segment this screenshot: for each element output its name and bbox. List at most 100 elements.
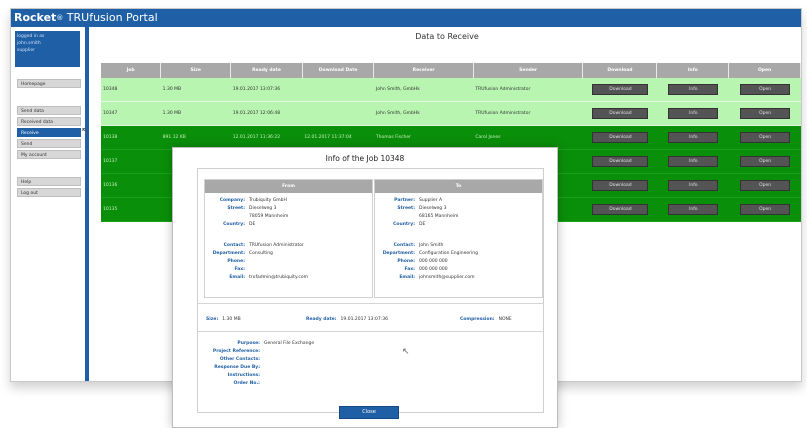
col-job[interactable]: Job — [101, 63, 162, 78]
table-row[interactable]: 10138 891.12 KB 12.01.2017 11:36:22 12.01.2… — [101, 125, 801, 150]
cell-open: Open — [728, 173, 801, 198]
to-street2: 68165 Mannheim — [419, 214, 459, 219]
cell-open: Open — [728, 101, 801, 126]
open-button[interactable]: Open — [740, 132, 791, 143]
label-contact: Contact: — [223, 243, 245, 248]
cell-download-date — [302, 78, 374, 102]
label-country-to: Country: — [393, 222, 415, 227]
cell-job: 10138 — [101, 125, 161, 150]
download-button[interactable]: Download — [592, 132, 649, 143]
to-contact: John Smith — [419, 243, 444, 248]
cell-job: 10135 — [101, 197, 161, 222]
label-email-to: Email: — [399, 275, 415, 280]
cell-download: Download — [582, 173, 657, 198]
label-response-due-by: Response Due By: — [214, 365, 260, 370]
cell-job: 10348 — [101, 78, 161, 102]
to-partner: Supplier A — [419, 198, 443, 203]
to-country: DE — [419, 222, 426, 227]
from-contact: TRUfusion Administrator — [249, 243, 304, 248]
sidebar-item-send-data[interactable]: Send data — [17, 106, 81, 115]
col-download: Download — [582, 63, 658, 78]
open-button[interactable]: Open — [740, 84, 791, 95]
from-panel: From Company: Trubiquity GmbH Street: Dies… — [204, 179, 373, 298]
download-button[interactable]: Download — [592, 204, 649, 215]
divider — [198, 303, 543, 304]
label-ready-date: Ready date: — [306, 317, 337, 322]
cell-download: Download — [582, 101, 657, 126]
from-header: From — [205, 180, 372, 193]
from-department: Consulting — [249, 251, 273, 256]
to-panel: To Partner: Supplier A Street: Dieselweg 3… — [374, 179, 543, 298]
download-button[interactable]: Download — [592, 108, 649, 119]
from-street2: 78059 Mannheim — [249, 214, 289, 219]
cell-sender: Carol Jones — [473, 125, 583, 150]
cell-job: 10136 — [101, 173, 161, 198]
open-button[interactable]: Open — [740, 108, 791, 119]
download-button[interactable]: Download — [592, 156, 649, 167]
text-cursor-icon: ↖ — [402, 347, 410, 357]
from-company: Trubiquity GmbH — [249, 198, 287, 203]
table-row[interactable]: 10347 1.30 MB 19.01.2017 12:06:48 John Smit… — [101, 101, 801, 126]
cell-sender: TRUfusion Administrator — [473, 78, 583, 102]
col-size[interactable]: Size — [160, 63, 232, 78]
cell-info: Info — [656, 78, 729, 102]
cell-download: Download — [582, 149, 657, 174]
info-button[interactable]: Info — [668, 204, 719, 215]
info-button[interactable]: Info — [668, 180, 719, 191]
sidebar-item-received-data[interactable]: Received data — [17, 117, 81, 126]
label-fax: Fax: — [234, 267, 245, 272]
sidebar-item-help[interactable]: Help — [17, 177, 81, 186]
open-button[interactable]: Open — [740, 156, 791, 167]
download-button[interactable]: Download — [592, 84, 649, 95]
cell-ready-date: 19.01.2017 13:07:36 — [230, 78, 303, 102]
download-button[interactable]: Download — [592, 180, 649, 191]
cell-info: Info — [656, 101, 729, 126]
mouse-pointer-icon: ↖ — [81, 126, 90, 137]
page-title: Data to Receive — [415, 32, 479, 41]
sidebar-item-log-out[interactable]: Log out — [17, 188, 81, 197]
label-street-to: Street: — [397, 206, 415, 211]
cell-open: Open — [728, 78, 801, 102]
to-phone: 000 000 000 — [419, 259, 448, 264]
dialog-title: Info of the Job 10348 — [325, 154, 405, 163]
cell-info: Info — [656, 173, 729, 198]
cell-download-date: 12.01.2017 11:37:04 — [302, 125, 374, 150]
info-button[interactable]: Info — [668, 84, 719, 95]
cell-info: Info — [656, 125, 729, 150]
cell-job: 10137 — [101, 149, 161, 174]
cell-open: Open — [728, 149, 801, 174]
sidebar-item-homepage[interactable]: Homepage — [17, 79, 81, 88]
cell-download: Download — [582, 78, 657, 102]
label-email: Email: — [229, 275, 245, 280]
dialog-body: From Company: Trubiquity GmbH Street: Dies… — [197, 168, 544, 413]
col-download-date[interactable]: Download Date — [302, 63, 375, 78]
user-info-box: logged in as john.smith supplier — [15, 31, 80, 67]
info-button[interactable]: Info — [668, 132, 719, 143]
col-ready-date[interactable]: Ready date — [230, 63, 303, 78]
to-header: To — [375, 180, 542, 193]
sidebar-item-my-account[interactable]: My account — [17, 150, 81, 159]
sidebar-item-send[interactable]: Send — [17, 139, 81, 148]
label-fax-to: Fax: — [404, 267, 415, 272]
col-info: Info — [656, 63, 730, 78]
open-button[interactable]: Open — [740, 180, 791, 191]
info-button[interactable]: Info — [668, 156, 719, 167]
col-sender[interactable]: Sender — [473, 63, 584, 78]
label-order-no: Order No.: — [233, 381, 260, 386]
sidebar-item-receive[interactable]: Receive — [17, 128, 81, 137]
label-size: Size: — [206, 317, 219, 322]
cell-receiver: John Smith, GmbHk — [373, 101, 474, 126]
label-department: Department: — [212, 251, 245, 256]
label-purpose: Purpose: — [237, 341, 260, 346]
col-receiver[interactable]: Receiver — [373, 63, 474, 78]
job-compression: NONE — [498, 317, 512, 322]
open-button[interactable]: Open — [740, 204, 791, 215]
col-open: Open — [728, 63, 801, 78]
label-compression: Compression: — [460, 317, 495, 322]
close-button[interactable]: Close — [339, 406, 399, 419]
to-street: Dieselweg 3 — [419, 206, 447, 211]
table-row[interactable]: 10348 1.30 MB 19.01.2017 13:07:36 John Smit… — [101, 78, 801, 102]
label-street: Street: — [227, 206, 245, 211]
info-button[interactable]: Info — [668, 108, 719, 119]
product-name: TRUfusion Portal — [66, 11, 158, 24]
